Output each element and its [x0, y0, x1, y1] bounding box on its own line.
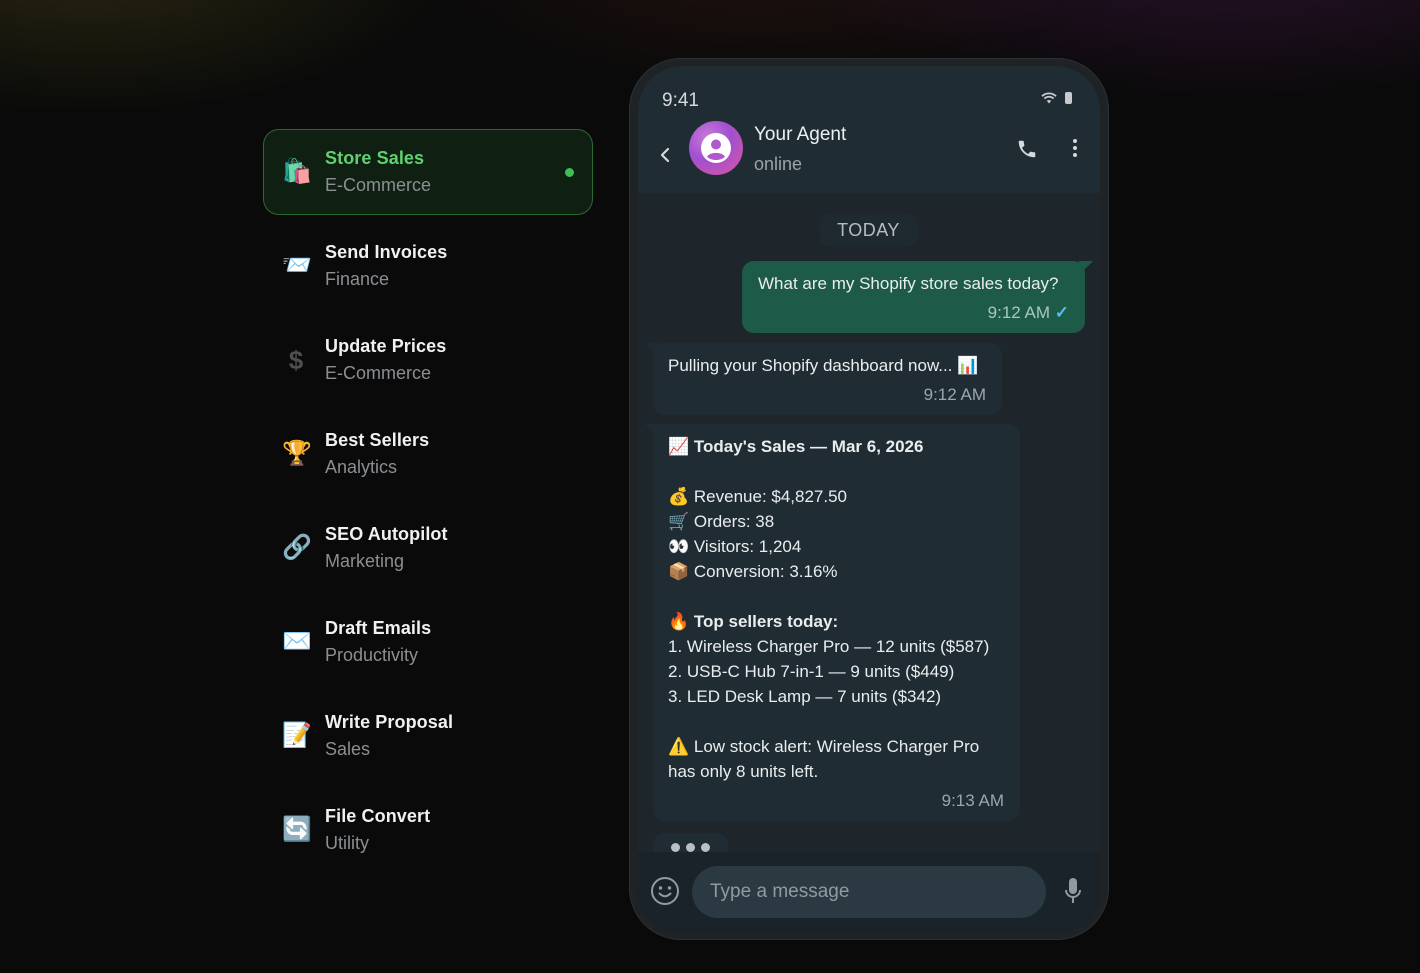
refresh-arrows-icon: 🔄 — [282, 816, 312, 843]
stat-conversion: 📦 Conversion: 3.16% — [668, 562, 838, 581]
message-text: What are my Shopify store sales today? — [758, 274, 1059, 293]
document-icon: 📝 — [282, 722, 312, 749]
skill-item-best-sellers[interactable]: 🏆 Best Sellers Analytics — [263, 411, 593, 497]
phone-call-icon[interactable] — [1016, 138, 1038, 160]
phone-screen: 9:41 Your Agent online TODAY What are my… — [638, 66, 1100, 932]
date-divider: TODAY — [820, 213, 917, 247]
skill-list: 🛍️ Store Sales E-Commerce 📨 Send Invoice… — [263, 129, 593, 881]
skill-category: Finance — [325, 269, 390, 289]
user-icon — [701, 133, 731, 163]
message-time: 9:12 AM — [987, 303, 1051, 322]
top-seller-item: 2. USB-C Hub 7-in-1 — 9 units ($449) — [668, 662, 955, 681]
skill-title: Best Sellers — [325, 430, 430, 450]
trophy-icon: 🏆 — [282, 440, 312, 467]
microphone-icon[interactable] — [1064, 877, 1082, 905]
shopping-bags-icon: 🛍️ — [282, 158, 312, 185]
envelope-icon: ✉️ — [282, 628, 312, 655]
chat-thread[interactable]: TODAY What are my Shopify store sales to… — [638, 193, 1100, 852]
low-stock-alert: ⚠️ Low stock alert: Wireless Charger Pro… — [668, 737, 980, 781]
skill-category: Marketing — [325, 551, 405, 571]
message-time: 9:12 AM — [923, 385, 986, 404]
skill-title: Draft Emails — [325, 618, 432, 638]
skill-category: Analytics — [325, 457, 398, 477]
skill-title: Store Sales — [325, 148, 425, 168]
skill-category: Productivity — [325, 645, 419, 665]
skill-title: Update Prices — [325, 336, 447, 356]
dollar-icon: $ — [288, 345, 304, 375]
incoming-message[interactable]: Pulling your Shopify dashboard now... 📊 … — [645, 343, 1002, 415]
link-icon: 🔗 — [282, 534, 312, 561]
outgoing-message[interactable]: What are my Shopify store sales today? 9… — [742, 261, 1093, 333]
battery-icon — [1065, 92, 1072, 104]
avatar[interactable] — [689, 121, 743, 175]
status-bar-icons — [1041, 92, 1072, 104]
skill-item-send-invoices[interactable]: 📨 Send Invoices Finance — [263, 223, 593, 309]
message-input[interactable] — [692, 866, 1046, 918]
top-seller-item: 1. Wireless Charger Pro — 12 units ($587… — [668, 637, 990, 656]
emoji-icon[interactable] — [650, 876, 680, 906]
message-time: 9:13 AM — [941, 791, 1004, 810]
skill-item-store-sales[interactable]: 🛍️ Store Sales E-Commerce — [263, 129, 593, 215]
contact-name[interactable]: Your Agent — [754, 124, 846, 146]
skill-category: Utility — [325, 833, 369, 853]
message-composer — [638, 852, 1100, 932]
report-heading: 📈 Today's Sales — Mar 6, 2026 — [668, 437, 924, 456]
typing-indicator — [653, 833, 728, 852]
message-text: Pulling your Shopify dashboard now... 📊 — [668, 356, 979, 375]
skill-item-write-proposal[interactable]: 📝 Write Proposal Sales — [263, 693, 593, 779]
stat-orders: 🛒 Orders: 38 — [668, 512, 775, 531]
more-options-icon[interactable] — [1072, 138, 1078, 158]
incoming-message-sales-report[interactable]: 📈 Today's Sales — Mar 6, 2026 💰 Revenue:… — [645, 424, 1020, 821]
top-seller-item: 3. LED Desk Lamp — 7 units ($342) — [668, 687, 942, 706]
top-sellers-heading: 🔥 Top sellers today: — [668, 612, 839, 631]
phone-frame: 9:41 Your Agent online TODAY What are my… — [629, 58, 1109, 940]
contact-status: online — [754, 154, 803, 174]
status-bar-time: 9:41 — [662, 90, 699, 111]
skill-category: E-Commerce — [325, 363, 432, 383]
skill-title: Send Invoices — [325, 242, 448, 262]
envelope-incoming-icon: 📨 — [282, 252, 312, 279]
wifi-icon — [1041, 92, 1057, 104]
skill-category: Sales — [325, 739, 371, 759]
skill-title: SEO Autopilot — [325, 524, 448, 544]
skill-title: Write Proposal — [325, 712, 454, 732]
skill-category: E-Commerce — [325, 175, 432, 195]
chat-header: 9:41 Your Agent online — [638, 66, 1100, 193]
skill-item-file-convert[interactable]: 🔄 File Convert Utility — [263, 787, 593, 873]
skill-item-draft-emails[interactable]: ✉️ Draft Emails Productivity — [263, 599, 593, 685]
stat-revenue: 💰 Revenue: $4,827.50 — [668, 487, 848, 506]
stat-visitors: 👀 Visitors: 1,204 — [668, 537, 802, 556]
skill-item-seo-autopilot[interactable]: 🔗 SEO Autopilot Marketing — [263, 505, 593, 591]
read-check-icon: ✓ — [1054, 303, 1069, 322]
skill-item-update-prices[interactable]: $ Update Prices E-Commerce — [263, 317, 593, 403]
active-indicator-dot — [565, 168, 574, 177]
skill-title: File Convert — [325, 806, 431, 826]
back-arrow-icon[interactable] — [656, 146, 674, 164]
